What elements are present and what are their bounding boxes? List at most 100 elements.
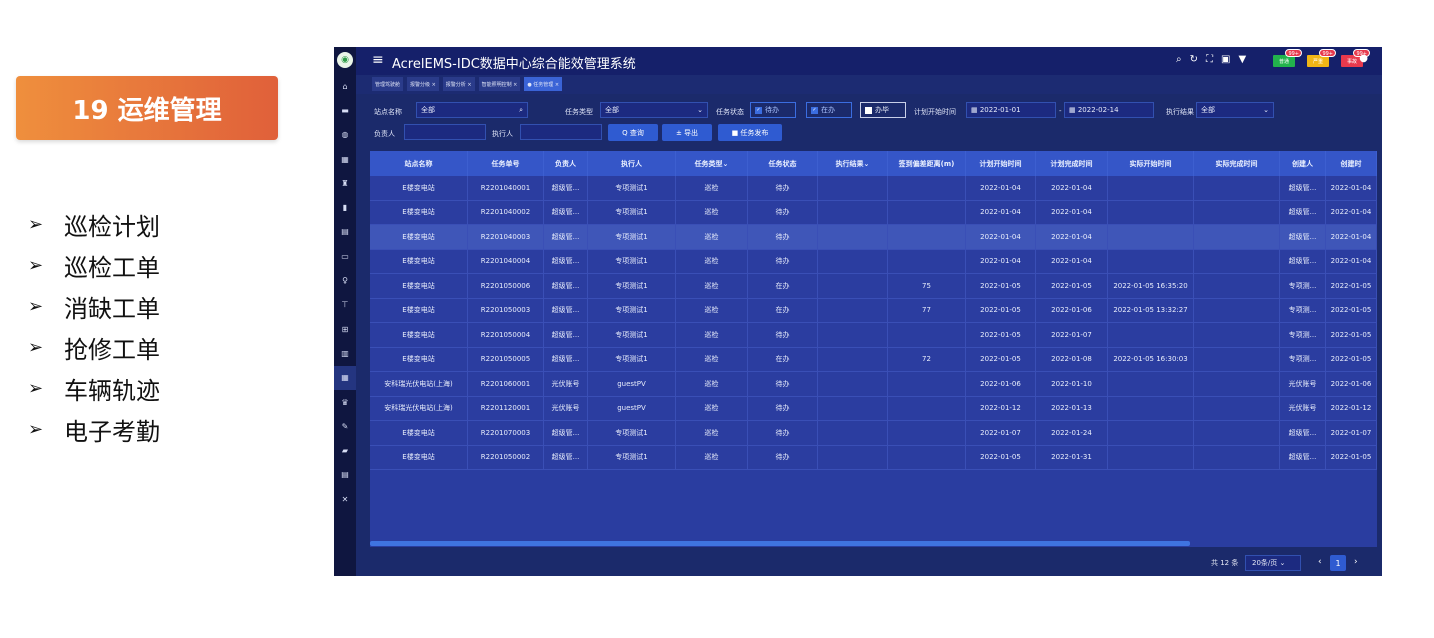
sidebar-pole-icon[interactable]: ⊤ <box>334 293 356 317</box>
publish-task-button[interactable]: ■ 任务发布 <box>718 124 782 141</box>
query-button[interactable]: Q 查询 <box>608 124 658 141</box>
alert-badge[interactable]: 严重 99+ <box>1307 49 1336 67</box>
table-cell <box>818 323 888 347</box>
column-header[interactable]: 创建人 <box>1280 151 1326 176</box>
table-cell: 超级管... <box>544 176 588 200</box>
table-row[interactable]: E楼变电站 R2201050003 超级管... 专项测试1 巡检 在办 77 2022-01… <box>370 298 1377 323</box>
sidebar-report-icon[interactable]: ▰ <box>334 438 356 462</box>
export-button[interactable]: ± 导出 <box>662 124 712 141</box>
sidebar-tools-icon[interactable]: ✕ <box>334 487 356 511</box>
table-cell <box>818 176 888 200</box>
user-icon[interactable]: ● <box>1359 53 1368 64</box>
sidebar-alarm-icon[interactable]: ♛ <box>334 390 356 414</box>
sidebar-document-icon[interactable]: ▤ <box>334 463 356 487</box>
arrow-bullet-icon: ➢ <box>28 419 44 440</box>
column-header[interactable]: 任务状态 <box>748 151 818 176</box>
table-cell: 2022-01-05 <box>1326 347 1377 371</box>
screen-icon[interactable]: ▣ <box>1221 54 1230 65</box>
sidebar-edit-icon[interactable]: ✎ <box>334 414 356 438</box>
table-row[interactable]: E楼变电站 R2201040004 超级管... 专项测试1 巡检 待办 2022-01-0… <box>370 249 1377 274</box>
table-row[interactable]: 安科瑞光伏电站(上海) R2201060001 光伏账号 guestPV 巡检 待办 202… <box>370 372 1377 397</box>
table-cell: R2201050005 <box>468 347 544 371</box>
sidebar-bulb-icon[interactable]: ♀ <box>334 268 356 292</box>
status-done-checkbox[interactable]: 办毕 <box>860 102 906 118</box>
arrow-bullet-icon: ➢ <box>28 214 44 235</box>
table-cell <box>888 176 966 200</box>
alert-badge[interactable]: 普通 99+ <box>1273 49 1302 67</box>
column-header[interactable]: 创建时 <box>1326 151 1377 176</box>
prev-page-button[interactable]: ‹ <box>1318 557 1322 567</box>
column-header[interactable]: 任务类型⌄ <box>676 151 748 176</box>
tab-item[interactable]: 管理驾驶舱 <box>372 77 404 91</box>
alert-label: 普通 <box>1278 58 1289 65</box>
table-row[interactable]: E楼变电站 R2201040002 超级管... 专项测试1 巡检 待办 2022-01-0… <box>370 200 1377 225</box>
table-cell: 超级管... <box>544 274 588 298</box>
column-header[interactable]: 签到偏差距离(m) <box>888 151 966 176</box>
tab-item[interactable]: ● 任务管理 × <box>524 77 563 91</box>
table-cell: 2022-01-05 <box>966 274 1036 298</box>
table-cell: 2022-01-06 <box>1036 298 1108 322</box>
executor-input[interactable] <box>520 124 602 140</box>
page-size-select[interactable]: 20条/页 ⌄ <box>1245 555 1301 571</box>
menu-icon[interactable]: ≡ <box>372 52 384 68</box>
table-row[interactable]: E楼变电站 R2201050006 超级管... 专项测试1 巡检 在办 75 2022-01… <box>370 274 1377 299</box>
result-select[interactable]: 全部 ⌄ <box>1196 102 1274 118</box>
owner-input[interactable] <box>404 124 486 140</box>
column-header[interactable]: 计划完成时间 <box>1036 151 1108 176</box>
tab-item[interactable]: 报警分级 × <box>407 77 439 91</box>
table-row[interactable]: E楼变电站 R2201070003 超级管... 专项测试1 巡检 待办 2022-01-0… <box>370 421 1377 446</box>
tab-item[interactable]: 报警分析 × <box>442 77 475 91</box>
table-cell <box>818 421 888 445</box>
table-row[interactable]: E楼变电站 R2201050002 超级管... 专项测试1 巡检 待办 2022-01-0… <box>370 445 1377 470</box>
sidebar-tower-icon[interactable]: ♜ <box>334 171 356 195</box>
table-cell <box>818 445 888 469</box>
task-type-select[interactable]: 全部 ⌄ <box>600 102 708 118</box>
column-header[interactable]: 执行结果⌄ <box>818 151 888 176</box>
sidebar-server-icon[interactable]: ▤ <box>334 220 356 244</box>
table-cell <box>888 445 966 469</box>
table-row[interactable]: 安科瑞光伏电站(上海) R2201120001 光伏账号 guestPV 巡检 待办 202… <box>370 396 1377 421</box>
sidebar-building-icon[interactable]: ▦ <box>334 147 356 171</box>
horizontal-scrollbar[interactable] <box>370 541 1190 546</box>
fullscreen-icon[interactable]: ⛶ <box>1206 54 1213 65</box>
status-doing-checkbox[interactable]: ✓ 在办 <box>806 102 852 118</box>
sidebar-bar-chart-icon[interactable]: ▮ <box>334 195 356 219</box>
refresh-icon[interactable]: ↻ <box>1190 54 1198 65</box>
column-header[interactable]: 实际开始时间 <box>1108 151 1194 176</box>
search-icon[interactable]: ⌕ <box>1176 54 1182 65</box>
station-select[interactable]: 全部 ⌕ <box>416 102 528 118</box>
status-pending-checkbox[interactable]: ✓ 待办 <box>750 102 796 118</box>
tab-item[interactable]: 智能照明控制 × <box>478 77 521 91</box>
table-row[interactable]: E楼变电站 R2201050005 超级管... 专项测试1 巡检 在办 72 2022-01… <box>370 347 1377 372</box>
table-cell: 专项测试1 <box>588 323 676 347</box>
sidebar-monitor-icon[interactable]: ▬ <box>334 98 356 122</box>
table-cell <box>1194 200 1280 224</box>
table-row[interactable]: E楼变电站 R2201050004 超级管... 专项测试1 巡检 待办 2022-01-0… <box>370 323 1377 348</box>
sidebar-home-icon[interactable]: ⌂ <box>334 74 356 98</box>
sidebar-cabinet-icon[interactable]: ▥ <box>334 341 356 365</box>
sidebar-grid-icon[interactable]: ⊞ <box>334 317 356 341</box>
column-header[interactable]: 执行人 <box>588 151 676 176</box>
sidebar-battery-icon[interactable]: ▭ <box>334 244 356 268</box>
table-cell: 巡检 <box>676 249 748 273</box>
table-row[interactable]: E楼变电站 R2201040001 超级管... 专项测试1 巡检 待办 2022-01-0… <box>370 176 1377 201</box>
table-cell: 2022-01-06 <box>1326 372 1377 396</box>
page-1-button[interactable]: 1 <box>1330 555 1346 571</box>
sidebar-globe-icon[interactable]: ◍ <box>334 123 356 147</box>
skin-icon[interactable]: ▼ <box>1238 54 1246 65</box>
date-to-input[interactable]: ▦ 2022-02-14 <box>1064 102 1154 118</box>
sidebar-rack-icon[interactable]: ▦ <box>334 365 356 390</box>
table-cell: E楼变电站 <box>370 225 468 249</box>
column-header[interactable]: 站点名称 <box>370 151 468 176</box>
column-header[interactable]: 负责人 <box>544 151 588 176</box>
slide: 19 运维管理 ➢ 巡检计划 ➢ 巡检工单 ➢ 消缺工单 ➢ 抢修工单 ➢ 车辆轨迹 ➢ 电子考勤 ◉… <box>0 0 1434 638</box>
next-page-button[interactable]: › <box>1354 557 1358 567</box>
date-from-value: 2022-01-01 <box>979 106 1021 114</box>
table-row[interactable]: E楼变电站 R2201040003 超级管... 专项测试1 巡检 待办 2022-01-0… <box>370 225 1377 250</box>
column-header[interactable]: 计划开始时间 <box>966 151 1036 176</box>
table-cell: E楼变电站 <box>370 200 468 224</box>
date-from-input[interactable]: ▦ 2022-01-01 <box>966 102 1056 118</box>
column-header[interactable]: 任务单号 <box>468 151 544 176</box>
column-header[interactable]: 实际完成时间 <box>1194 151 1280 176</box>
table-cell: R2201050004 <box>468 323 544 347</box>
